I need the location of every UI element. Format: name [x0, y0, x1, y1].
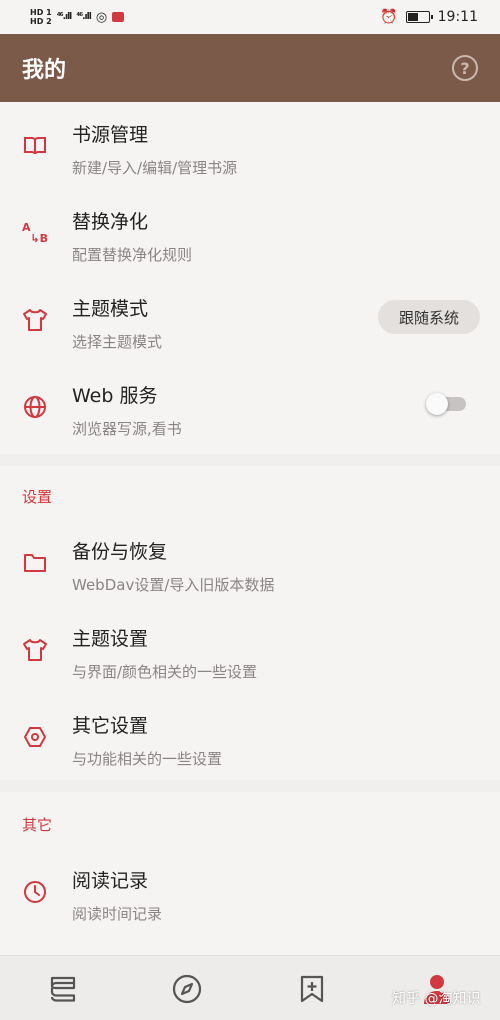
section-label-settings: 设置 — [22, 488, 53, 506]
clock-icon — [22, 879, 48, 905]
backup-restore-item[interactable]: 备份与恢复 WebDav设置/导入旧版本数据 — [0, 519, 500, 606]
donate-item[interactable]: 捐赠 — [0, 934, 500, 955]
app-bar: 我的 ? — [0, 34, 500, 102]
item-subtitle: 配置替换净化规则 — [72, 246, 193, 264]
book-icon — [22, 133, 48, 159]
page-title: 我的 — [22, 58, 67, 83]
web-service-item[interactable]: Web 服务 浏览器写源,看书 — [0, 363, 500, 450]
folder-icon — [22, 550, 48, 576]
watermark-text: 知乎 @淘知识 — [392, 991, 481, 1007]
others-card: 其它 阅读记录 阅读时间记录 捐赠 — [0, 792, 500, 955]
web-service-switch[interactable] — [426, 393, 466, 415]
theme-settings-item[interactable]: 主题设置 与界面/颜色相关的一些设置 — [0, 606, 500, 693]
status-left: HD 1 HD 2 ⁴⁶.ıll ⁴⁶.ıll ◎ — [30, 8, 125, 26]
settings-card: 设置 备份与恢复 WebDav设置/导入旧版本数据 主题设置 与界面/颜色相关的… — [0, 466, 500, 780]
item-subtitle: 与功能相关的一些设置 — [72, 750, 223, 768]
reading-record-item[interactable]: 阅读记录 阅读时间记录 — [0, 848, 500, 935]
app-notification-icon — [112, 12, 125, 22]
globe-icon — [22, 394, 48, 420]
replace-rule-item[interactable]: A ↳B 替换净化 配置替换净化规则 — [0, 189, 500, 276]
bookmark-plus-icon[interactable] — [295, 972, 329, 1006]
signal1-icon: ⁴⁶.ıll — [56, 12, 73, 22]
help-icon[interactable]: ? — [452, 55, 478, 81]
tshirt-icon — [22, 307, 48, 333]
section-label-others: 其它 — [22, 816, 53, 834]
item-subtitle: 选择主题模式 — [72, 333, 163, 351]
swap-ab-icon: A ↳B — [22, 221, 48, 245]
item-title: 阅读记录 — [72, 870, 149, 892]
item-subtitle: 浏览器写源,看书 — [72, 420, 182, 438]
item-subtitle: 阅读时间记录 — [72, 905, 163, 923]
item-title: 备份与恢复 — [72, 541, 168, 563]
item-title: 其它设置 — [72, 715, 149, 737]
item-subtitle: 新建/导入/编辑/管理书源 — [72, 159, 238, 177]
tshirt-icon — [22, 637, 48, 663]
other-settings-item[interactable]: 其它设置 与功能相关的一些设置 — [0, 693, 500, 780]
item-title: 替换净化 — [72, 211, 149, 233]
book-source-item[interactable]: 书源管理 新建/导入/编辑/管理书源 — [0, 102, 500, 189]
hotspot-icon: ◎ — [95, 9, 108, 25]
item-title: 主题模式 — [72, 298, 149, 320]
hd2-badge: HD 2 — [30, 17, 52, 26]
status-right: ⏰ 19:11 — [380, 9, 478, 25]
status-bar: HD 1 HD 2 ⁴⁶.ıll ⁴⁶.ıll ◎ ⏰ 19:11 — [0, 0, 500, 34]
signal2-icon: ⁴⁶.ıll — [76, 12, 92, 22]
compass-icon[interactable] — [170, 972, 204, 1006]
hd1-badge: HD 1 — [30, 8, 52, 17]
alarm-icon: ⏰ — [380, 9, 398, 25]
hexagon-settings-icon — [22, 724, 48, 750]
theme-mode-chip[interactable]: 跟随系统 — [378, 300, 480, 334]
status-time: 19:11 — [437, 9, 478, 25]
item-subtitle: 与界面/颜色相关的一些设置 — [72, 663, 258, 681]
item-subtitle: WebDav设置/导入旧版本数据 — [72, 576, 275, 594]
switch-knob — [426, 393, 448, 415]
battery-icon — [405, 11, 433, 23]
item-title: Web 服务 — [72, 385, 158, 407]
main-card: 书源管理 新建/导入/编辑/管理书源 A ↳B 替换净化 配置替换净化规则 主题模… — [0, 102, 500, 454]
bookshelf-icon[interactable] — [46, 972, 80, 1006]
item-title: 书源管理 — [72, 124, 149, 146]
battery-fill — [407, 13, 418, 21]
item-title: 主题设置 — [72, 628, 149, 650]
